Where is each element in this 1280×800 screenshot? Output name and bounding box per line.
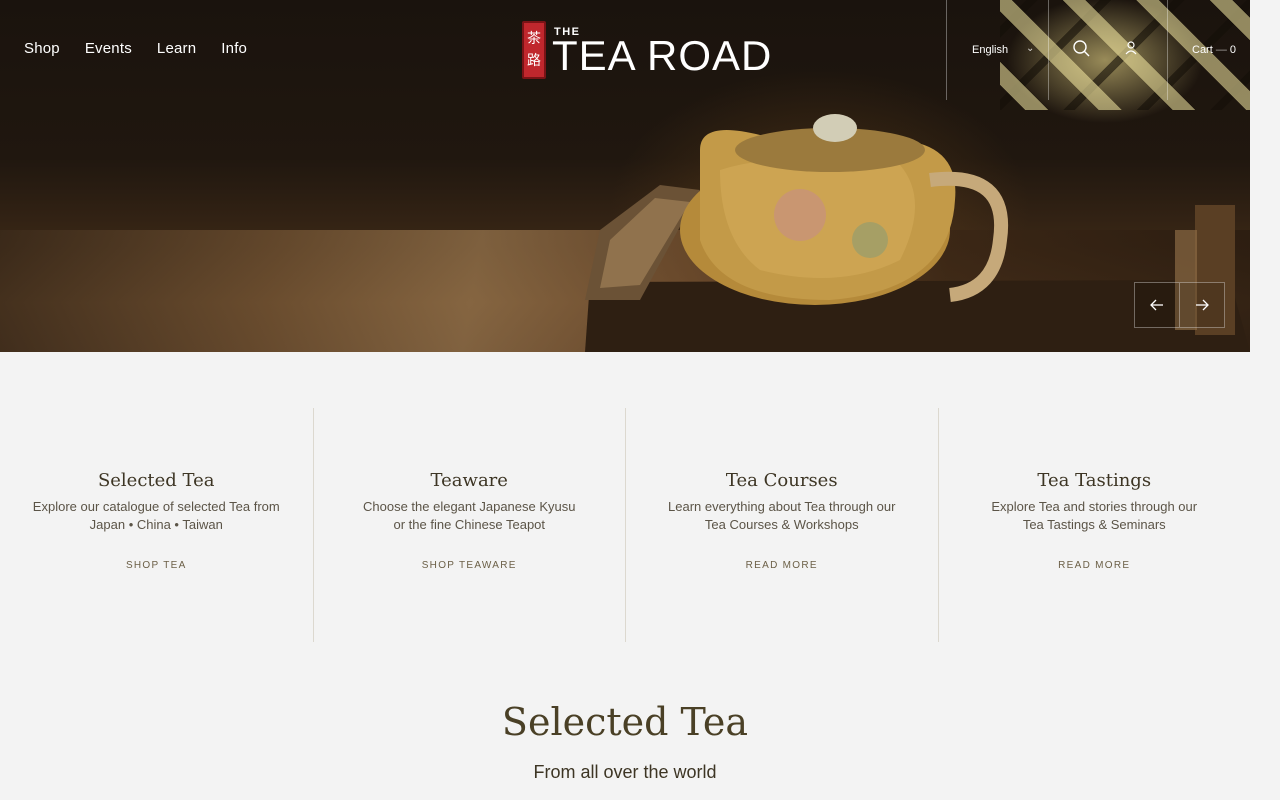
- category-selected-tea: Selected Tea Explore our catalogue of se…: [0, 408, 313, 642]
- next-slide-button[interactable]: [1179, 282, 1225, 328]
- prev-slide-button[interactable]: [1134, 282, 1180, 328]
- language-selector[interactable]: English: [972, 44, 1008, 56]
- description-line: Tea Courses & Workshops: [704, 517, 859, 532]
- cart-label: Cart: [1192, 44, 1213, 56]
- nav-item-info[interactable]: Info: [221, 40, 247, 57]
- site-logo[interactable]: 茶路 THE TEA ROAD: [521, 20, 771, 80]
- top-navigation: Shop Events Learn Info 茶路 THE TEA ROAD E…: [0, 0, 1250, 100]
- category-description: Choose the elegant Japanese Kyusu or the…: [344, 498, 596, 534]
- search-icon[interactable]: [1072, 39, 1094, 61]
- hero-slideshow: Shop Events Learn Info 茶路 THE TEA ROAD E…: [0, 0, 1250, 352]
- nav-item-events[interactable]: Events: [85, 40, 132, 57]
- description-line: or the fine Chinese Teapot: [393, 517, 546, 532]
- category-title: Tea Courses: [725, 470, 838, 491]
- link-label: READ MORE: [745, 560, 818, 571]
- category-tea-tastings: Tea Tastings Explore Tea and stories thr…: [937, 408, 1251, 642]
- user-icon[interactable]: [1124, 41, 1146, 63]
- header-divider: [946, 0, 947, 100]
- description-line: Explore Tea and stories through our: [991, 499, 1198, 514]
- cart-count: 0: [1229, 44, 1237, 56]
- logo-seal: 茶路: [522, 21, 546, 79]
- shop-tea-link[interactable]: SHOP TEA: [0, 560, 313, 571]
- arrow-left-icon: [1149, 299, 1163, 311]
- nav-item-learn[interactable]: Learn: [157, 40, 196, 57]
- cart-separator: —: [1215, 44, 1227, 56]
- cart-button[interactable]: Cart — 0: [1192, 44, 1236, 56]
- category-description: Explore Tea and stories through our Tea …: [969, 498, 1221, 534]
- section-subtitle: From all over the world: [533, 762, 717, 782]
- category-description: Explore our catalogue of selected Tea fr…: [30, 498, 283, 534]
- slider-controls: [1134, 282, 1225, 328]
- link-label: SHOP TEA: [125, 560, 187, 571]
- category-teaware: Teaware Choose the elegant Japanese Kyus…: [312, 408, 626, 642]
- category-title: Teaware: [430, 470, 508, 491]
- logo-name: TEA ROAD: [552, 32, 773, 79]
- category-description: Learn everything about Tea through our T…: [656, 498, 908, 534]
- description-line: Learn everything about Tea through our: [668, 499, 896, 514]
- chevron-down-icon: ⌄: [1026, 43, 1035, 54]
- category-tea-courses: Tea Courses Learn everything about Tea t…: [625, 408, 938, 642]
- category-title: Selected Tea: [97, 470, 215, 491]
- description-line: Explore our catalogue of selected Tea fr…: [32, 499, 280, 514]
- main-menu: Shop Events Learn Info: [24, 40, 247, 57]
- nav-item-shop[interactable]: Shop: [24, 40, 60, 57]
- category-title: Tea Tastings: [1037, 470, 1152, 491]
- category-blocks: Selected Tea Explore our catalogue of se…: [0, 408, 1250, 642]
- shop-teaware-link[interactable]: SHOP TEAWARE: [314, 560, 626, 571]
- arrow-right-icon: [1195, 299, 1209, 311]
- read-more-courses-link[interactable]: READ MORE: [626, 560, 938, 571]
- header-actions: English ⌄ Cart — 0: [946, 0, 1250, 100]
- link-label: READ MORE: [1058, 560, 1131, 571]
- header-divider: [1048, 0, 1049, 100]
- description-line: Japan • China • Taiwan: [89, 517, 223, 532]
- description-line: Tea Tastings & Seminars: [1022, 517, 1166, 532]
- link-label: SHOP TEAWARE: [421, 560, 517, 571]
- section-title: Selected Tea: [501, 700, 749, 744]
- read-more-tastings-link[interactable]: READ MORE: [939, 560, 1251, 571]
- header-divider: [1167, 0, 1168, 100]
- description-line: Choose the elegant Japanese Kyusu: [363, 499, 576, 514]
